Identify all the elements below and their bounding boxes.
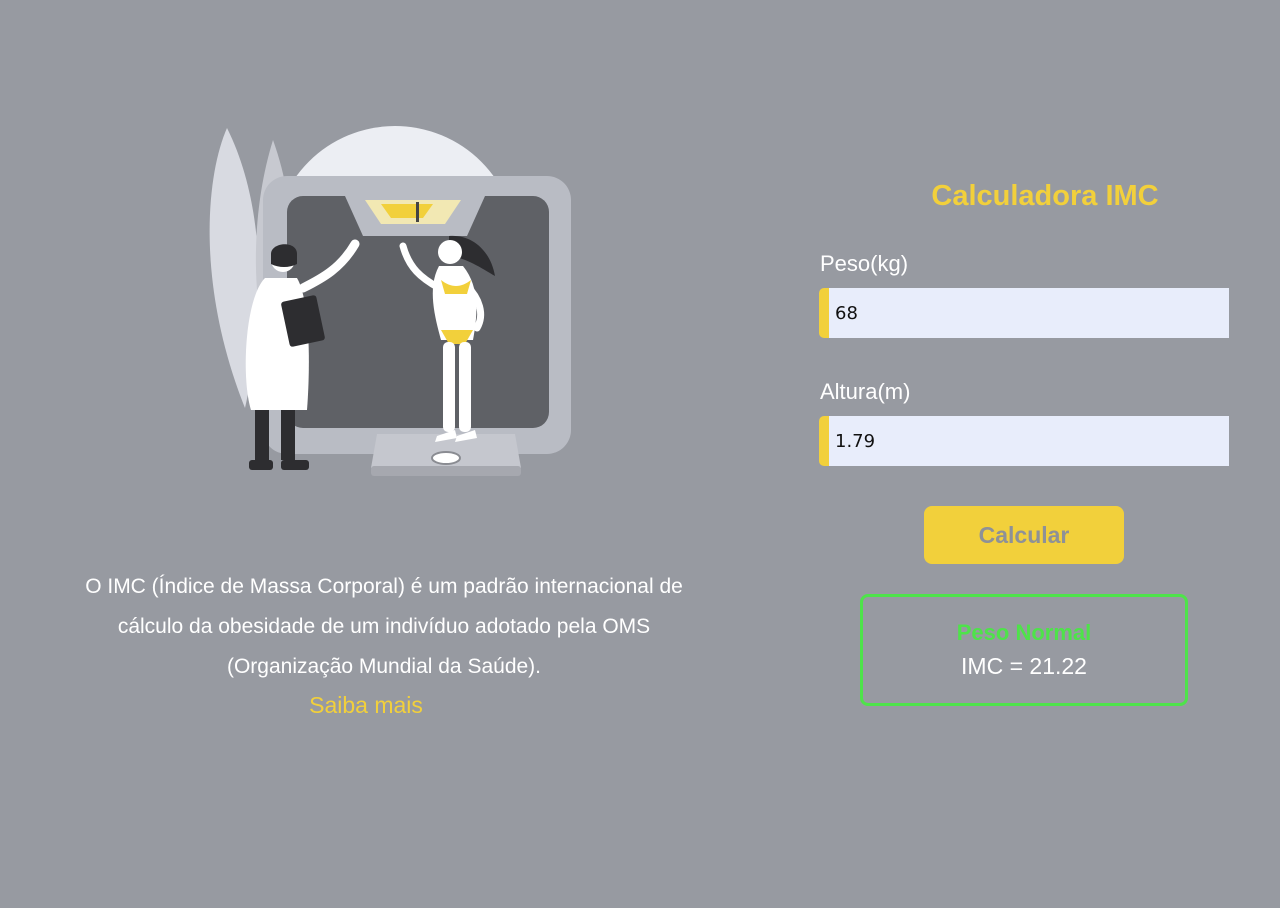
learn-more-link[interactable]: Saiba mais: [266, 688, 466, 722]
weight-input[interactable]: [829, 288, 1229, 338]
imc-page: O IMC (Índice de Massa Corporal) é um pa…: [0, 0, 1280, 908]
height-field-container: [819, 416, 1229, 466]
weight-label: Peso(kg): [820, 251, 909, 276]
result-status: Peso Normal: [956, 620, 1092, 645]
result-card: Peso Normal IMC = 21.22: [860, 594, 1188, 706]
height-input[interactable]: [829, 416, 1229, 466]
height-label: Altura(m): [820, 379, 911, 404]
doctor-weighing-patient-icon: [205, 118, 585, 488]
weight-field-container: [819, 288, 1229, 338]
imc-description: O IMC (Índice de Massa Corporal) é um pa…: [85, 575, 683, 678]
result-value: IMC = 21.22: [961, 653, 1087, 679]
page-title: Calculadora IMC: [931, 180, 1159, 212]
calculate-button[interactable]: Calcular: [924, 506, 1124, 564]
